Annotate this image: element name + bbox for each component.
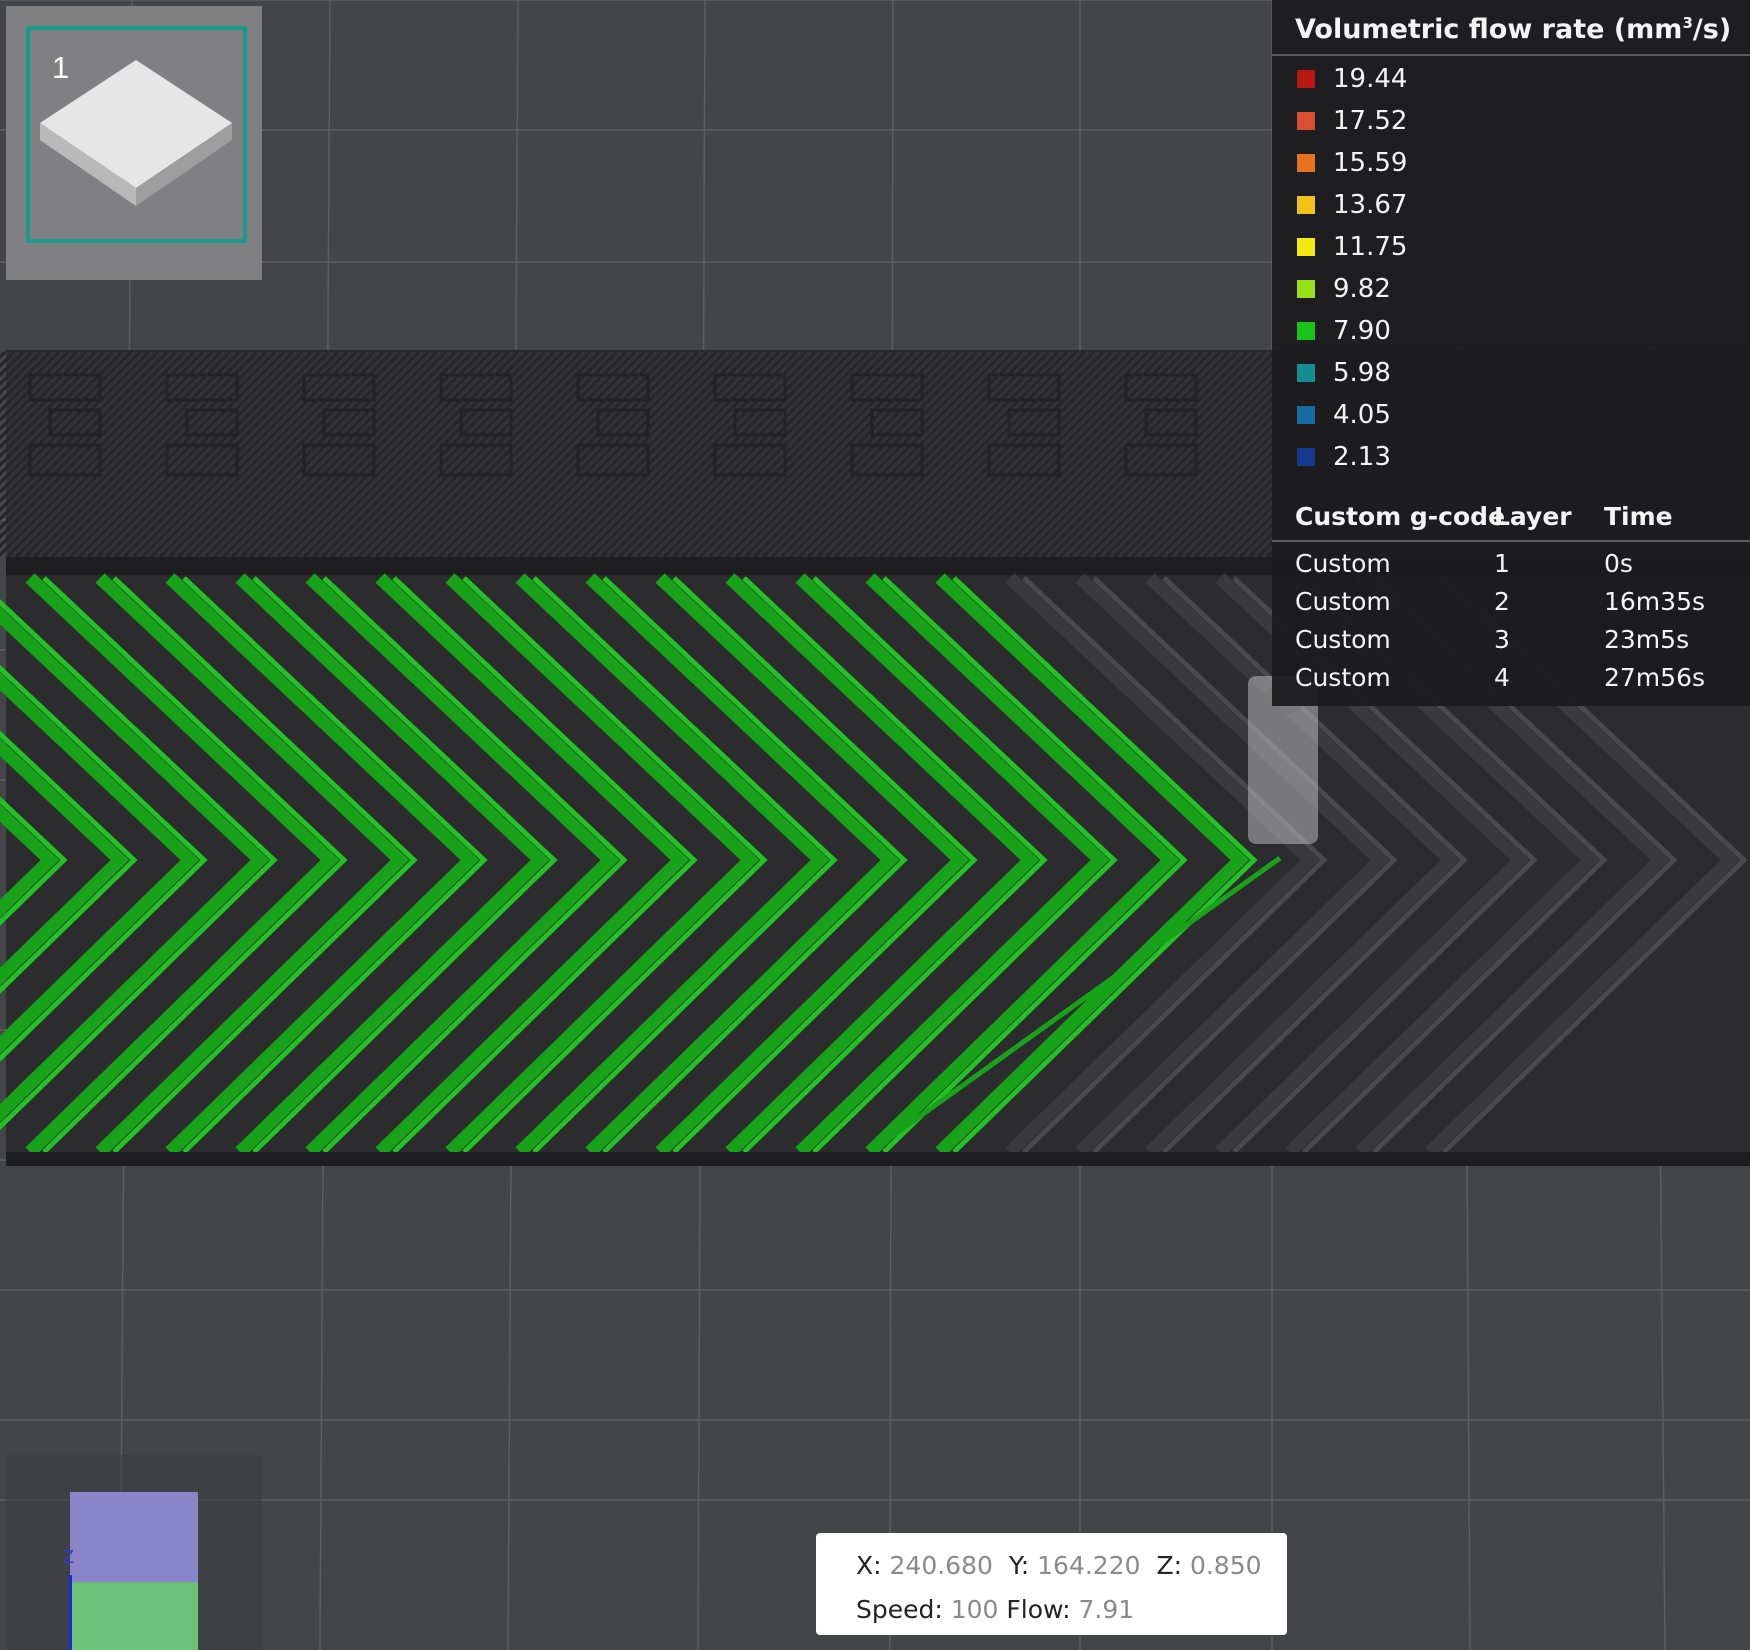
legend-swatch	[1297, 196, 1315, 214]
legend-item: 17.52	[1272, 102, 1750, 144]
x-label: X:	[856, 1551, 882, 1580]
row-layer: 1	[1494, 549, 1510, 578]
z-label: Z:	[1156, 1551, 1182, 1580]
legend-value: 9.82	[1333, 274, 1391, 304]
legend-item: 7.90	[1272, 312, 1750, 354]
coordinate-line: X: 240.680 Y: 164.220 Z: 0.850	[856, 1551, 1262, 1580]
y-value: 164.220	[1037, 1551, 1141, 1580]
gcode-table-row[interactable]: Custom 4 27m56s	[1272, 663, 1750, 701]
legend-swatch	[1297, 448, 1315, 466]
row-time: 16m35s	[1604, 587, 1706, 616]
legend-item: 13.67	[1272, 186, 1750, 228]
gcode-table-row[interactable]: Custom 1 0s	[1272, 549, 1750, 587]
row-time: 23m5s	[1604, 625, 1690, 654]
legend-item: 2.13	[1272, 438, 1750, 480]
legend-value: 15.59	[1333, 148, 1408, 178]
row-time: 0s	[1604, 549, 1633, 578]
row-time: 27m56s	[1604, 663, 1706, 692]
legend-swatch	[1297, 322, 1315, 340]
legend-item: 11.75	[1272, 228, 1750, 270]
speed-label: Speed:	[856, 1595, 943, 1624]
row-layer: 2	[1494, 587, 1510, 616]
gcode-table-row[interactable]: Custom 3 23m5s	[1272, 625, 1750, 663]
legend-value: 7.90	[1333, 316, 1391, 346]
legend-value: 19.44	[1333, 64, 1408, 94]
speed-value: 100	[950, 1595, 999, 1624]
legend-swatch	[1297, 280, 1315, 298]
legend-divider	[1272, 54, 1750, 56]
legend-value: 11.75	[1333, 232, 1408, 262]
gcode-table-header: Custom g-code Layer Time	[1272, 502, 1750, 540]
row-code: Custom	[1295, 625, 1391, 654]
legend-swatch	[1297, 70, 1315, 88]
z-value: 0.850	[1189, 1551, 1262, 1580]
gcode-table-row[interactable]: Custom 2 16m35s	[1272, 587, 1750, 625]
speed-flow-line: Speed: 100 Flow: 7.91	[856, 1595, 1134, 1624]
plate-thumbnail-panel[interactable]: 1	[6, 6, 262, 280]
view-orientation-gizmo[interactable]: Z	[6, 1455, 262, 1650]
gizmo-top-face[interactable]	[70, 1492, 198, 1582]
legend-value: 5.98	[1333, 358, 1391, 388]
legend-value: 4.05	[1333, 400, 1391, 430]
legend-swatch	[1297, 406, 1315, 424]
legend-item: 15.59	[1272, 144, 1750, 186]
row-layer: 4	[1494, 663, 1510, 692]
flow-label: Flow:	[1006, 1595, 1071, 1624]
legend-title: Volumetric flow rate (mm3/s)	[1295, 14, 1732, 45]
header-layer: Layer	[1494, 502, 1572, 531]
row-code: Custom	[1295, 663, 1391, 692]
x-value: 240.680	[889, 1551, 993, 1580]
plate-model-icon	[40, 60, 232, 206]
row-code: Custom	[1295, 549, 1391, 578]
row-layer: 3	[1494, 625, 1510, 654]
z-axis-label: Z	[63, 1547, 74, 1567]
y-label: Y:	[1008, 1551, 1030, 1580]
legend-item: 4.05	[1272, 396, 1750, 438]
legend-swatch	[1297, 112, 1315, 130]
legend-item: 5.98	[1272, 354, 1750, 396]
table-divider	[1272, 540, 1750, 542]
legend-value: 17.52	[1333, 106, 1408, 136]
row-code: Custom	[1295, 587, 1391, 616]
legend-item: 19.44	[1272, 60, 1750, 102]
legend-panel: Volumetric flow rate (mm3/s) 19.44 17.52 1…	[1272, 0, 1750, 706]
header-time: Time	[1604, 502, 1673, 531]
plate-thumbnail[interactable]: 1	[26, 26, 247, 243]
gcode-preview-window: 1 Volumetric flow rate (mm3/s) 19.44 17.5…	[0, 0, 1750, 1650]
legend-swatch	[1297, 238, 1315, 256]
legend-value: 2.13	[1333, 442, 1391, 472]
header-custom-gcode: Custom g-code	[1295, 502, 1506, 531]
flow-value: 7.91	[1078, 1595, 1135, 1624]
position-readout: X: 240.680 Y: 164.220 Z: 0.850 Speed: 10…	[816, 1533, 1287, 1635]
legend-swatch	[1297, 154, 1315, 172]
legend-item: 9.82	[1272, 270, 1750, 312]
legend-swatch	[1297, 364, 1315, 382]
legend-value: 13.67	[1333, 190, 1408, 220]
z-axis-arrow	[69, 1575, 72, 1650]
gizmo-front-face[interactable]	[70, 1582, 198, 1650]
